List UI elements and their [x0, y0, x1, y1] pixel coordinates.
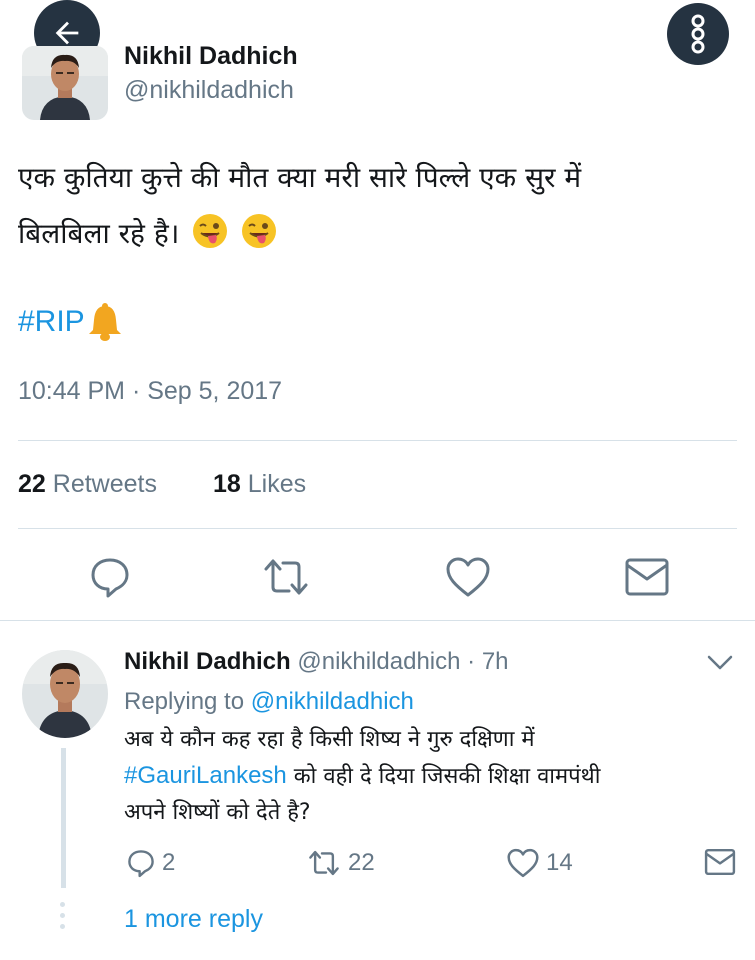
likes-label: Likes: [247, 470, 307, 498]
envelope-icon: [704, 848, 736, 876]
reply-header: Nikhil Dadhich @nikhildadhich · 7h: [124, 648, 509, 676]
thread-dots: [60, 902, 66, 935]
reply-icon: [91, 558, 129, 598]
reply-retweet-count: 22: [348, 849, 375, 876]
reply-message-button[interactable]: [704, 848, 742, 876]
thread-line: [61, 748, 66, 888]
reply-text-line3: अपने शिष्यों को देते है?: [124, 800, 311, 825]
reply-text-line1: अब ये कौन कह रहा है किसी शिष्य ने गुरु द…: [124, 727, 535, 752]
retweet-button[interactable]: [262, 553, 310, 601]
envelope-icon: [625, 558, 669, 596]
avatar-image: [22, 46, 108, 120]
winking-tongue-emoji-icon: [242, 214, 277, 248]
replying-to: Replying to @nikhildadhich: [124, 688, 414, 716]
reply-retweet-button[interactable]: 22: [306, 848, 375, 878]
tweet-text: एक कुतिया कुत्ते की मौत क्या मरी सारे पि…: [18, 150, 733, 262]
heart-icon: [507, 848, 539, 878]
tweet-text-line1: एक कुतिया कुत्ते की मौत क्या मरी सारे पि…: [18, 161, 582, 194]
reply-button[interactable]: [86, 553, 134, 601]
like-button[interactable]: [444, 553, 492, 601]
reply-text-line2: #GauriLankesh को वही दे दिया जिसकी शिक्ष…: [124, 758, 724, 795]
heart-icon: [446, 557, 490, 597]
tweet-timestamp: 10:44 PM · Sep 5, 2017: [18, 377, 283, 405]
tweet-text-line2-wrap: बिलबिला रहे है।: [18, 206, 733, 262]
author-avatar[interactable]: [22, 46, 108, 120]
reply-like-count: 14: [546, 849, 573, 876]
more-options-button[interactable]: [667, 3, 729, 65]
hashtag-line: #RIP: [18, 302, 123, 342]
direct-message-button[interactable]: [623, 553, 671, 601]
divider: [18, 440, 737, 441]
divider: [18, 528, 737, 529]
bell-emoji-icon: [88, 303, 121, 341]
retweets-count: 22: [18, 470, 46, 498]
reply-time: · 7h: [467, 648, 509, 675]
reply-author-handle[interactable]: @nikhildadhich: [297, 648, 460, 675]
chevron-down-icon[interactable]: [705, 650, 735, 674]
reply-icon: [128, 850, 154, 878]
reply-author-avatar[interactable]: [22, 650, 108, 738]
author-handle[interactable]: @nikhildadhich: [124, 76, 294, 105]
arrow-left-icon: [55, 21, 79, 45]
reply-reply-button[interactable]: 2: [126, 848, 175, 878]
tweet-text-line2: बिलबिला रहे है।: [18, 217, 180, 250]
retweet-icon: [264, 559, 308, 595]
reply-text-line2-rest: को वही दे दिया जिसकी शिक्षा वामपंथी: [286, 764, 601, 789]
reply-author-name[interactable]: Nikhil Dadhich: [124, 648, 291, 675]
retweets-stat[interactable]: 22 Retweets: [18, 470, 157, 499]
avatar-image: [22, 650, 108, 738]
likes-stat[interactable]: 18 Likes: [213, 470, 306, 499]
likes-count: 18: [212, 470, 241, 498]
replying-to-link[interactable]: @nikhildadhich: [251, 688, 414, 715]
more-vertical-icon: [691, 14, 705, 54]
tweet-stats: 22 Retweets 18 Likes: [18, 470, 362, 499]
retweets-label: Retweets: [52, 470, 157, 498]
reply-hashtag-link[interactable]: #GauriLankesh: [124, 762, 287, 789]
author-name[interactable]: Nikhil Dadhich: [124, 42, 298, 71]
retweet-icon: [309, 850, 339, 876]
divider: [0, 620, 755, 621]
hashtag-link[interactable]: #RIP: [18, 305, 85, 339]
winking-tongue-emoji-icon: [193, 214, 228, 248]
reply-reply-count: 2: [162, 849, 176, 876]
more-replies-link[interactable]: 1 more reply: [124, 905, 263, 934]
replying-prefix: Replying to: [124, 688, 245, 715]
reply-text: अब ये कौन कह रहा है किसी शिष्य ने गुरु द…: [124, 722, 724, 831]
reply-like-button[interactable]: 14: [506, 848, 573, 878]
